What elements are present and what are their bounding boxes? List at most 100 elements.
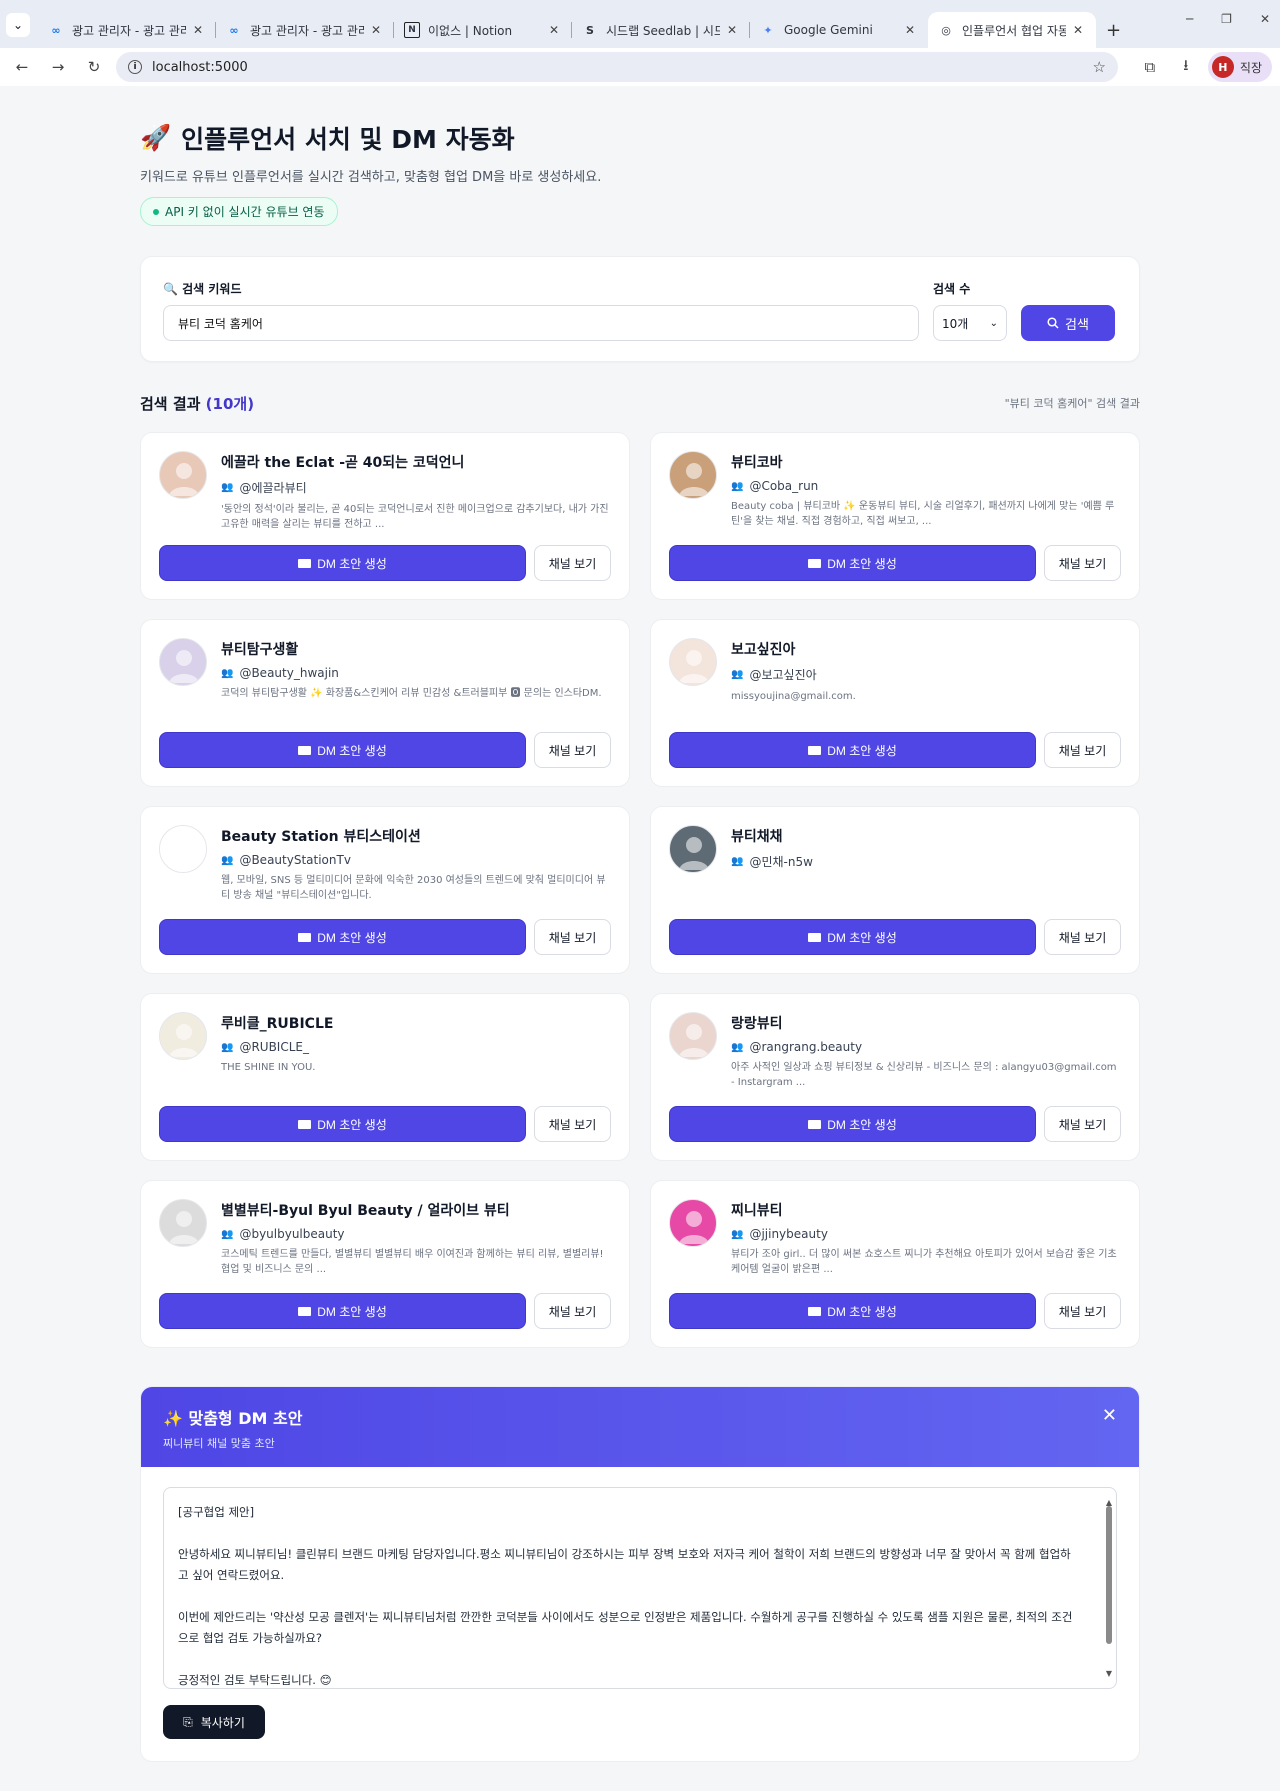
channel-description: 코스메틱 트렌드를 만들다, 별별뷰티 별별뷰티 배우 이여진과 함께하는 뷰티… [221, 1249, 604, 1275]
generate-dm-label: DM 초안 생성 [317, 1117, 387, 1132]
channel-description: 코덕의 뷰티탐구생활 ✨ 화장품&스킨케어 리뷰 민감성 &트러블피부 🅾 문의… [221, 688, 602, 699]
envelope-icon [298, 1306, 312, 1316]
dm-draft-textarea[interactable]: [공구협업 제안] 안녕하세요 찌니뷰티님! 클린뷰티 브랜드 마케팅 담당자입… [163, 1487, 1117, 1689]
download-icon[interactable]: ⭳ [1172, 53, 1200, 81]
generate-dm-label: DM 초안 생성 [317, 1304, 387, 1319]
profile-label: 직장 [1239, 60, 1262, 75]
close-icon[interactable]: ✕ [1102, 1405, 1117, 1426]
generate-dm-label: DM 초안 생성 [317, 743, 387, 758]
generate-dm-button[interactable]: DM 초안 생성 [669, 732, 1036, 768]
keyword-input[interactable] [163, 305, 919, 341]
generate-dm-button[interactable]: DM 초안 생성 [159, 732, 526, 768]
profile-button[interactable]: H 직장 [1207, 52, 1272, 82]
channel-handle-row: 👥 @에끌라뷰티 [221, 479, 611, 496]
restore-icon[interactable]: ❐ [1221, 12, 1232, 26]
channel-name: 별별뷰티-Byul Byul Beauty / 얼라이브 뷰티 [221, 1203, 510, 1219]
people-icon: 👥 [731, 856, 744, 867]
search-button[interactable]: 검색 [1021, 305, 1115, 341]
browser-tab[interactable]: N 이없스 | Notion ✕ [394, 12, 572, 48]
back-icon[interactable]: ← [8, 53, 36, 81]
browser-tab[interactable]: S 시드랩 Seedlab | 시드랩 ✕ [572, 12, 750, 48]
copy-button[interactable]: ⎘ 복사하기 [163, 1705, 265, 1739]
address-bar[interactable]: i localhost:5000 ☆ [116, 52, 1118, 82]
tab-title: 광고 관리자 - 광고 관리 [250, 23, 364, 38]
url-text[interactable]: localhost:5000 [152, 60, 1082, 75]
close-window-icon[interactable]: ✕ [1260, 12, 1270, 26]
notion-icon: N [404, 22, 420, 38]
results-header: 검색 결과 (10개) "뷰티 코덕 홈케어" 검색 결과 [140, 392, 1140, 414]
channel-name: 랑랑뷰티 [731, 1016, 783, 1032]
browser-tab-active[interactable]: ◎ 인플루언서 협업 자동화 ✕ [928, 12, 1096, 48]
extensions-icon[interactable]: ⧉ [1136, 53, 1164, 81]
generate-dm-button[interactable]: DM 초안 생성 [669, 1293, 1036, 1329]
results-grid: 에끌라 the Eclat -곧 40되는 코덕언니 👥 @에끌라뷰티 '동안의… [140, 432, 1140, 1348]
tab-search-icon[interactable]: ⌄ [6, 13, 30, 37]
channel-handle: @byulbyulbeauty [239, 1227, 345, 1241]
dm-panel-header: ✨ 맞춤형 DM 초안 찌니뷰티 채널 맞춤 초안 ✕ [141, 1387, 1139, 1467]
browser-tab[interactable]: ✦ Google Gemini ✕ [750, 12, 928, 48]
keyword-label: 🔍 검색 키워드 [163, 282, 242, 296]
view-channel-button[interactable]: 채널 보기 [1044, 919, 1121, 955]
channel-handle: @jjinybeauty [749, 1227, 828, 1241]
close-tab-icon[interactable]: ✕ [1070, 23, 1086, 37]
channel-handle-row: 👥 @BeautyStationTv [221, 853, 611, 867]
close-tab-icon[interactable]: ✕ [902, 23, 918, 37]
view-channel-button[interactable]: 채널 보기 [534, 1106, 611, 1142]
people-icon: 👥 [221, 667, 234, 679]
generate-dm-button[interactable]: DM 초안 생성 [159, 1106, 526, 1142]
generate-dm-button[interactable]: DM 초안 생성 [159, 919, 526, 955]
channel-avatar [159, 638, 207, 686]
close-tab-icon[interactable]: ✕ [724, 23, 740, 37]
close-tab-icon[interactable]: ✕ [546, 23, 562, 37]
channel-handle-row: 👥 @jjinybeauty [731, 1227, 1121, 1241]
new-tab-icon[interactable]: + [1096, 12, 1131, 48]
scrollbar-thumb[interactable] [1106, 1506, 1112, 1644]
generate-dm-button[interactable]: DM 초안 생성 [669, 545, 1036, 581]
close-tab-icon[interactable]: ✕ [190, 23, 206, 37]
generate-dm-button[interactable]: DM 초안 생성 [669, 1106, 1036, 1142]
dm-draft-panel: ✨ 맞춤형 DM 초안 찌니뷰티 채널 맞춤 초안 ✕ [공구협업 제안] 안녕… [140, 1386, 1140, 1762]
count-select[interactable]: 10개 ⌄ [933, 305, 1007, 341]
channel-handle: @보고싶진아 [749, 668, 817, 682]
channel-avatar [159, 825, 207, 873]
view-channel-button[interactable]: 채널 보기 [534, 545, 611, 581]
channel-name: 루비클_RUBICLE [221, 1016, 334, 1032]
site-info-icon[interactable]: i [128, 60, 142, 74]
generate-dm-button[interactable]: DM 초안 생성 [669, 919, 1036, 955]
envelope-icon [808, 745, 822, 755]
reload-icon[interactable]: ↻ [80, 53, 108, 81]
channel-handle: @RUBICLE_ [239, 1040, 309, 1054]
scrollbar[interactable]: ▲ ▼ [1104, 1492, 1114, 1684]
close-tab-icon[interactable]: ✕ [368, 23, 384, 37]
view-channel-button[interactable]: 채널 보기 [1044, 732, 1121, 768]
people-icon: 👥 [221, 1041, 234, 1053]
channel-handle-row: 👥 @보고싶진아 [731, 666, 1121, 683]
envelope-icon [808, 1306, 822, 1316]
minimize-icon[interactable]: ─ [1186, 12, 1193, 26]
scroll-down-icon[interactable]: ▼ [1104, 1663, 1114, 1684]
channel-handle: @에끌라뷰티 [239, 481, 307, 495]
view-channel-button[interactable]: 채널 보기 [534, 732, 611, 768]
view-channel-button[interactable]: 채널 보기 [1044, 1293, 1121, 1329]
generate-dm-label: DM 초안 생성 [317, 556, 387, 571]
view-channel-button[interactable]: 채널 보기 [534, 919, 611, 955]
browser-toolbar: ← → ↻ i localhost:5000 ☆ ⧉ ⭳ H 직장 [0, 48, 1280, 86]
chevron-down-icon: ⌄ [989, 317, 998, 329]
dm-paragraph: 이번에 제안드리는 '약산성 모공 클렌저'는 찌니뷰티님처럼 깐깐한 코덕분들… [178, 1610, 1073, 1645]
influencer-card: 랑랑뷰티 👥 @rangrang.beauty 아주 사적인 일상과 쇼핑 뷰티… [650, 993, 1140, 1161]
view-channel-button[interactable]: 채널 보기 [534, 1293, 611, 1329]
view-channel-button[interactable]: 채널 보기 [1044, 545, 1121, 581]
bookmark-star-icon[interactable]: ☆ [1092, 58, 1105, 76]
generate-dm-button[interactable]: DM 초안 생성 [159, 545, 526, 581]
forward-icon[interactable]: → [44, 53, 72, 81]
channel-handle: @BeautyStationTv [239, 853, 351, 867]
browser-tab[interactable]: ∞ 광고 관리자 - 광고 관리 ✕ [38, 12, 216, 48]
search-button-label: 검색 [1065, 316, 1089, 332]
people-icon: 👥 [731, 1041, 744, 1053]
status-dot-icon [153, 208, 159, 215]
browser-tab[interactable]: ∞ 광고 관리자 - 광고 관리 ✕ [216, 12, 394, 48]
view-channel-button[interactable]: 채널 보기 [1044, 1106, 1121, 1142]
channel-handle: @Coba_run [749, 479, 819, 493]
generate-dm-button[interactable]: DM 초안 생성 [159, 1293, 526, 1329]
channel-handle-row: 👥 @rangrang.beauty [731, 1040, 1121, 1054]
